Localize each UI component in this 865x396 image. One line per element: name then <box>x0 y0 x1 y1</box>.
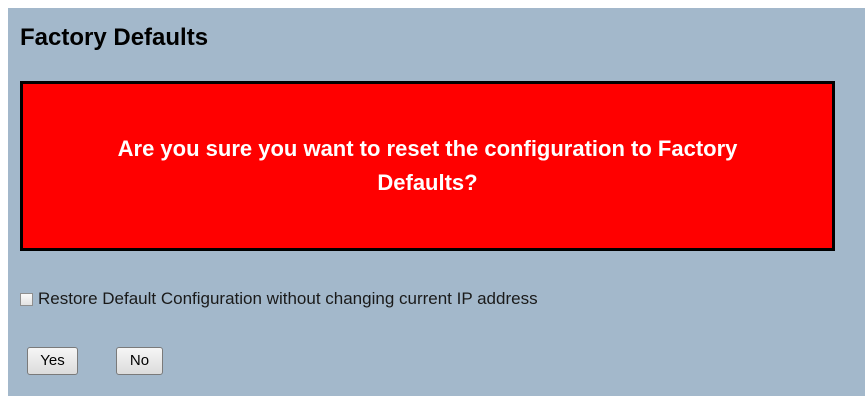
factory-defaults-page: Factory Defaults Are you sure you want t… <box>8 8 865 396</box>
keep-ip-label[interactable]: Restore Default Configuration without ch… <box>38 289 538 309</box>
reset-warning-message: Are you sure you want to reset the confi… <box>117 136 738 195</box>
no-button[interactable]: No <box>116 347 163 375</box>
yes-button[interactable]: Yes <box>27 347 78 375</box>
keep-ip-option: Restore Default Configuration without ch… <box>20 289 538 309</box>
keep-ip-checkbox[interactable] <box>20 292 33 306</box>
page-title: Factory Defaults <box>20 24 209 51</box>
reset-warning-box: Are you sure you want to reset the confi… <box>20 81 835 251</box>
